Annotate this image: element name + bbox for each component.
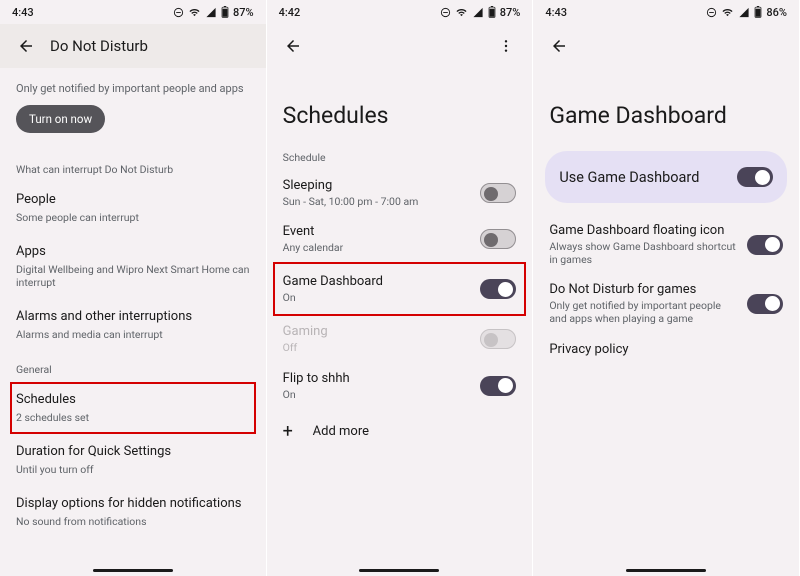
row-title: Display options for hidden notifications <box>16 496 250 513</box>
status-bar: 4:42 87% <box>267 0 533 24</box>
row-sub: Until you turn off <box>16 463 250 476</box>
schedule-event[interactable]: Event Any calendar <box>267 216 533 262</box>
back-button[interactable] <box>8 28 44 64</box>
row-sub: Only get notified by important people an… <box>549 299 739 325</box>
intro-text: Only get notified by important people an… <box>16 68 250 105</box>
row-sub: Some people can interrupt <box>16 211 250 224</box>
signal-icon <box>472 7 484 18</box>
battery-icon <box>754 6 762 18</box>
toggle-event[interactable] <box>480 229 516 249</box>
schedule-game-dashboard[interactable]: Game Dashboard On <box>275 264 525 314</box>
add-more-button[interactable]: + Add more <box>267 409 533 454</box>
hero-toggle-row[interactable]: Use Game Dashboard <box>545 151 787 203</box>
nav-handle[interactable] <box>359 569 439 572</box>
row-display-options[interactable]: Display options for hidden notifications… <box>16 486 250 538</box>
row-sub: On <box>283 388 473 401</box>
more-button[interactable] <box>488 28 524 64</box>
page-headline: Game Dashboard <box>533 102 799 129</box>
turn-on-now-button[interactable]: Turn on now <box>16 105 105 133</box>
schedule-gaming: Gaming Off <box>267 316 533 362</box>
app-bar <box>267 24 533 68</box>
back-button[interactable] <box>275 28 311 64</box>
toggle-sleeping[interactable] <box>480 183 516 203</box>
row-dnd-games[interactable]: Do Not Disturb for games Only get notifi… <box>533 274 799 333</box>
status-time: 4:42 <box>279 6 301 19</box>
dnd-icon <box>173 7 184 18</box>
screen-schedules: 4:42 87% Schedules Schedule Sleeping Sun… <box>267 0 534 576</box>
highlight-box: Game Dashboard On <box>273 262 527 316</box>
row-sub: Alarms and media can interrupt <box>16 328 250 341</box>
status-time: 4:43 <box>545 6 567 19</box>
add-more-label: Add more <box>313 424 369 439</box>
battery-pct: 87% <box>233 6 254 19</box>
page-headline: Schedules <box>267 102 533 129</box>
plus-icon: + <box>283 421 313 442</box>
schedule-sleeping[interactable]: Sleeping Sun - Sat, 10:00 pm - 7:00 am <box>267 170 533 216</box>
row-alarms[interactable]: Alarms and other interruptions Alarms an… <box>16 299 250 351</box>
battery-pct: 87% <box>500 6 521 19</box>
page-title: Do Not Disturb <box>50 37 148 55</box>
row-title: Game Dashboard <box>283 274 473 289</box>
app-bar: Do Not Disturb <box>0 24 266 68</box>
row-title: Gaming <box>283 324 473 339</box>
row-people[interactable]: People Some people can interrupt <box>16 182 250 234</box>
back-button[interactable] <box>541 28 577 64</box>
row-title: People <box>16 192 250 209</box>
screen-game-dashboard: 4:43 86% Game Dashboard Use Game Dashboa… <box>533 0 800 576</box>
dnd-icon <box>706 7 717 18</box>
row-title: Do Not Disturb for games <box>549 282 739 297</box>
row-title: Sleeping <box>283 178 473 193</box>
toggle-floating-icon[interactable] <box>747 235 783 255</box>
schedule-flip-to-shhh[interactable]: Flip to shhh On <box>267 363 533 409</box>
signal-icon <box>205 7 217 18</box>
signal-icon <box>738 7 750 18</box>
row-sub: On <box>283 291 473 304</box>
row-sub: Always show Game Dashboard shortcut in g… <box>549 240 739 266</box>
toggle-gaming <box>480 329 516 349</box>
toggle-use-game-dashboard[interactable] <box>737 167 773 187</box>
toggle-dnd-games[interactable] <box>747 294 783 314</box>
row-floating-icon[interactable]: Game Dashboard floating icon Always show… <box>533 215 799 274</box>
row-sub: Any calendar <box>283 241 473 254</box>
row-sub: Sun - Sat, 10:00 pm - 7:00 am <box>283 195 473 208</box>
section-schedule-label: Schedule <box>267 151 533 164</box>
row-apps[interactable]: Apps Digital Wellbeing and Wipro Next Sm… <box>16 234 250 299</box>
toggle-flip[interactable] <box>480 376 516 396</box>
battery-icon <box>221 6 229 18</box>
status-bar: 4:43 86% <box>533 0 799 24</box>
screen-do-not-disturb: 4:43 87% Do Not Disturb Only get notifie… <box>0 0 267 576</box>
row-privacy-policy[interactable]: Privacy policy <box>533 334 799 365</box>
row-title: Privacy policy <box>549 342 775 357</box>
nav-handle[interactable] <box>626 569 706 572</box>
row-title: Alarms and other interruptions <box>16 309 250 326</box>
status-bar: 4:43 87% <box>0 0 266 24</box>
dnd-icon <box>440 7 451 18</box>
section-interrupt-label: What can interrupt Do Not Disturb <box>16 163 250 176</box>
section-general-label: General <box>16 363 250 376</box>
battery-icon <box>488 6 496 18</box>
battery-pct: 86% <box>766 6 787 19</box>
status-time: 4:43 <box>12 6 34 19</box>
row-schedules[interactable]: Schedules 2 schedules set <box>10 382 256 434</box>
wifi-icon <box>455 7 468 18</box>
row-sub: Off <box>283 341 473 354</box>
nav-handle[interactable] <box>93 569 173 572</box>
row-title: Duration for Quick Settings <box>16 444 250 461</box>
row-title: Schedules <box>16 392 250 409</box>
toggle-game-dashboard[interactable] <box>480 279 516 299</box>
row-duration[interactable]: Duration for Quick Settings Until you tu… <box>16 434 250 486</box>
row-title: Game Dashboard floating icon <box>549 223 739 238</box>
row-sub: 2 schedules set <box>16 411 250 424</box>
row-title: Apps <box>16 244 250 261</box>
row-sub: No sound from notifications <box>16 515 250 528</box>
row-sub: Digital Wellbeing and Wipro Next Smart H… <box>16 263 250 289</box>
hero-title: Use Game Dashboard <box>559 169 737 186</box>
row-title: Event <box>283 224 473 239</box>
wifi-icon <box>188 7 201 18</box>
app-bar <box>533 24 799 68</box>
row-title: Flip to shhh <box>283 371 473 386</box>
wifi-icon <box>721 7 734 18</box>
